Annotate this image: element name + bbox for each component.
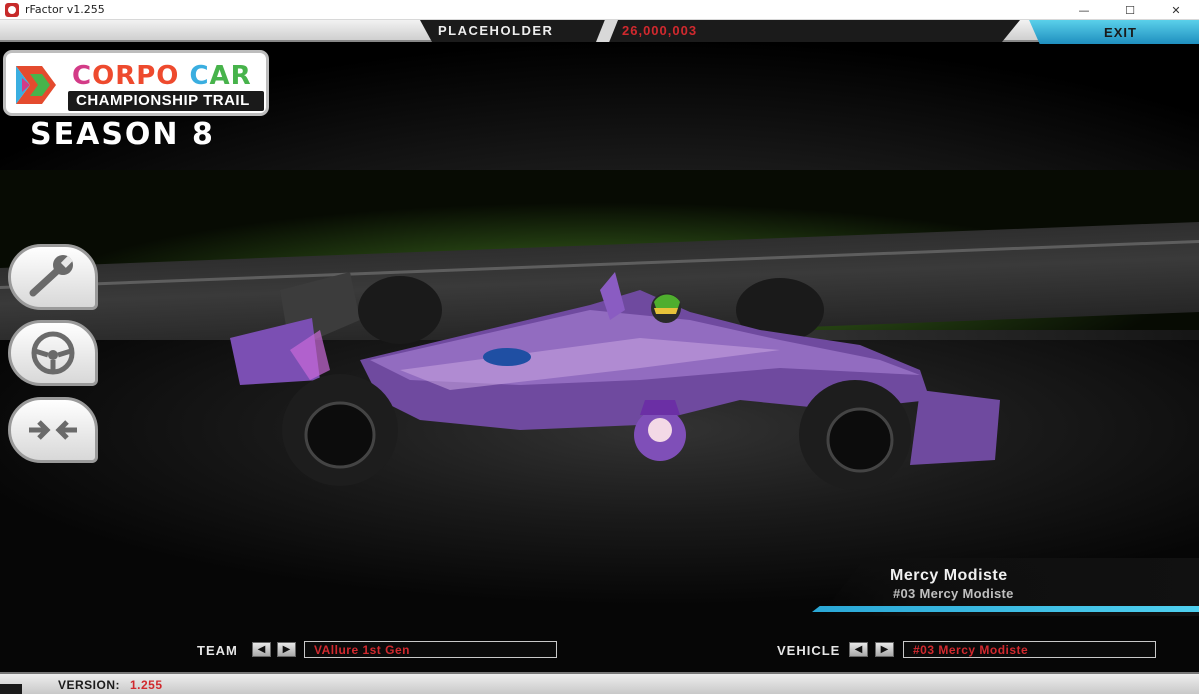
team-value: VAllure 1st Gen — [314, 643, 410, 657]
team-next-button[interactable]: ▶ — [277, 642, 296, 657]
steering-wheel-icon — [31, 331, 75, 375]
team-prev-button[interactable]: ◀ — [252, 642, 271, 657]
team-select[interactable]: VAllure 1st Gen — [304, 641, 557, 658]
team-label: TEAM — [197, 643, 238, 658]
season-title: SEASON 8 — [30, 117, 215, 152]
money-display: 26,000,003 — [622, 23, 698, 38]
version-label: VERSION: — [58, 678, 121, 692]
exit-label: EXIT — [1104, 24, 1137, 40]
vehicle-value: #03 Mercy Modiste — [913, 643, 1029, 657]
top-bar: PLACEHOLDER 26,000,003 — [0, 20, 1199, 42]
maximize-button[interactable]: ☐ — [1107, 0, 1153, 20]
race-car-render — [230, 272, 1000, 490]
driver-entry: #03 Mercy Modiste — [893, 586, 1014, 601]
wrench-icon — [29, 255, 73, 297]
vehicle-prev-button[interactable]: ◀ — [849, 642, 868, 657]
vehicle-next-button[interactable]: ▶ — [875, 642, 894, 657]
rfactor-app-icon — [5, 2, 19, 17]
logo-letter-c1: C — [72, 61, 93, 91]
version-value: 1.255 — [130, 678, 163, 692]
logo-title: CORPO CAR — [72, 61, 252, 91]
close-button[interactable]: ✕ — [1153, 0, 1199, 20]
driver-accent-bar — [812, 606, 1199, 612]
logo-letter-c2: C — [189, 61, 210, 91]
exit-button[interactable]: EXIT — [1029, 20, 1199, 44]
window-controls: — ☐ ✕ — [1061, 0, 1199, 20]
bottom-corner — [0, 684, 22, 694]
compare-button[interactable] — [8, 397, 98, 463]
logo-word-orpo: ORPO — [92, 61, 190, 91]
championship-logo: CORPO CAR CHAMPIONSHIP TRAIL — [3, 50, 269, 116]
minimize-button[interactable]: — — [1061, 0, 1107, 20]
compare-arrows-icon — [29, 420, 77, 440]
profile-name: PLACEHOLDER — [438, 23, 554, 38]
logo-word-ar: AR — [209, 61, 252, 91]
tuning-button[interactable] — [8, 244, 98, 310]
vehicle-select[interactable]: #03 Mercy Modiste — [903, 641, 1156, 658]
window-titlebar: rFactor v1.255 — ☐ ✕ — [0, 0, 1199, 20]
bottom-bar: VERSION: 1.255 — [0, 672, 1199, 694]
window-title: rFactor v1.255 — [25, 3, 105, 16]
driving-options-button[interactable] — [8, 320, 98, 386]
driver-name: Mercy Modiste — [890, 567, 1008, 584]
logo-chevron-icon — [12, 60, 62, 110]
vehicle-label: VEHICLE — [777, 643, 841, 658]
logo-subtitle: CHAMPIONSHIP TRAIL — [76, 92, 250, 109]
